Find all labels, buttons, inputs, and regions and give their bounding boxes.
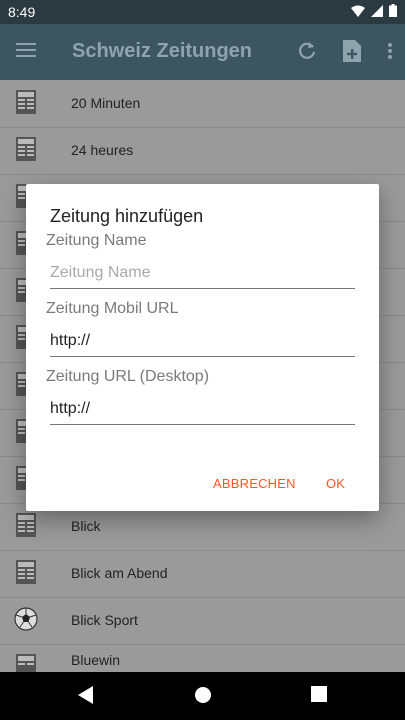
- add-newspaper-icon[interactable]: [343, 40, 361, 62]
- dialog-title: Zeitung hinzufügen: [50, 206, 204, 226]
- wifi-icon: [351, 5, 365, 17]
- list-item-label: Bluewin: [71, 652, 121, 668]
- app-title: Schweiz Zeitungen: [72, 40, 253, 62]
- ok-button[interactable]: OK: [322, 472, 349, 495]
- menu-icon[interactable]: [16, 42, 36, 58]
- desktop-url-input[interactable]: [50, 394, 355, 425]
- newspaper-icon: [16, 137, 36, 161]
- list-item[interactable]: 24 heures: [0, 127, 405, 175]
- mobile-url-label: Zeitung Mobil URL: [46, 300, 179, 317]
- signal-icon: [371, 4, 383, 17]
- newspaper-name-input[interactable]: [50, 258, 355, 289]
- list-item[interactable]: 20 Minuten: [0, 80, 405, 128]
- home-icon[interactable]: [194, 686, 212, 704]
- newspaper-icon: [16, 513, 36, 537]
- back-icon[interactable]: [78, 686, 94, 704]
- app-bar: Schweiz Zeitungen: [0, 24, 405, 80]
- list-item-label: Blick: [71, 518, 101, 534]
- mobile-url-input[interactable]: [50, 326, 355, 357]
- more-vert-icon[interactable]: [387, 42, 393, 60]
- cancel-button[interactable]: ABBRECHEN: [209, 472, 300, 495]
- refresh-icon[interactable]: [297, 41, 317, 61]
- list-item-label: Blick am Abend: [71, 565, 168, 581]
- newspaper-name-label: Zeitung Name: [46, 232, 147, 249]
- list-item-label: Blick Sport: [71, 612, 138, 628]
- list-item-label: 20 Minuten: [71, 95, 141, 111]
- soccer-ball-icon: [14, 607, 38, 631]
- list-item[interactable]: Blick Sport: [0, 597, 405, 645]
- status-bar: 8:49: [0, 0, 405, 24]
- battery-icon: [389, 4, 397, 17]
- status-time: 8:49: [8, 4, 36, 20]
- navigation-bar: [0, 672, 405, 720]
- status-icons: [351, 4, 397, 17]
- newspaper-icon: [16, 90, 36, 114]
- recents-icon[interactable]: [311, 686, 327, 702]
- desktop-url-label: Zeitung URL (Desktop): [46, 368, 210, 385]
- list-item[interactable]: Blick am Abend: [0, 550, 405, 598]
- list-item-label: 24 heures: [71, 142, 134, 158]
- add-newspaper-dialog: Zeitung hinzufügen Zeitung Name Zeitung …: [26, 184, 379, 511]
- newspaper-icon: [16, 560, 36, 584]
